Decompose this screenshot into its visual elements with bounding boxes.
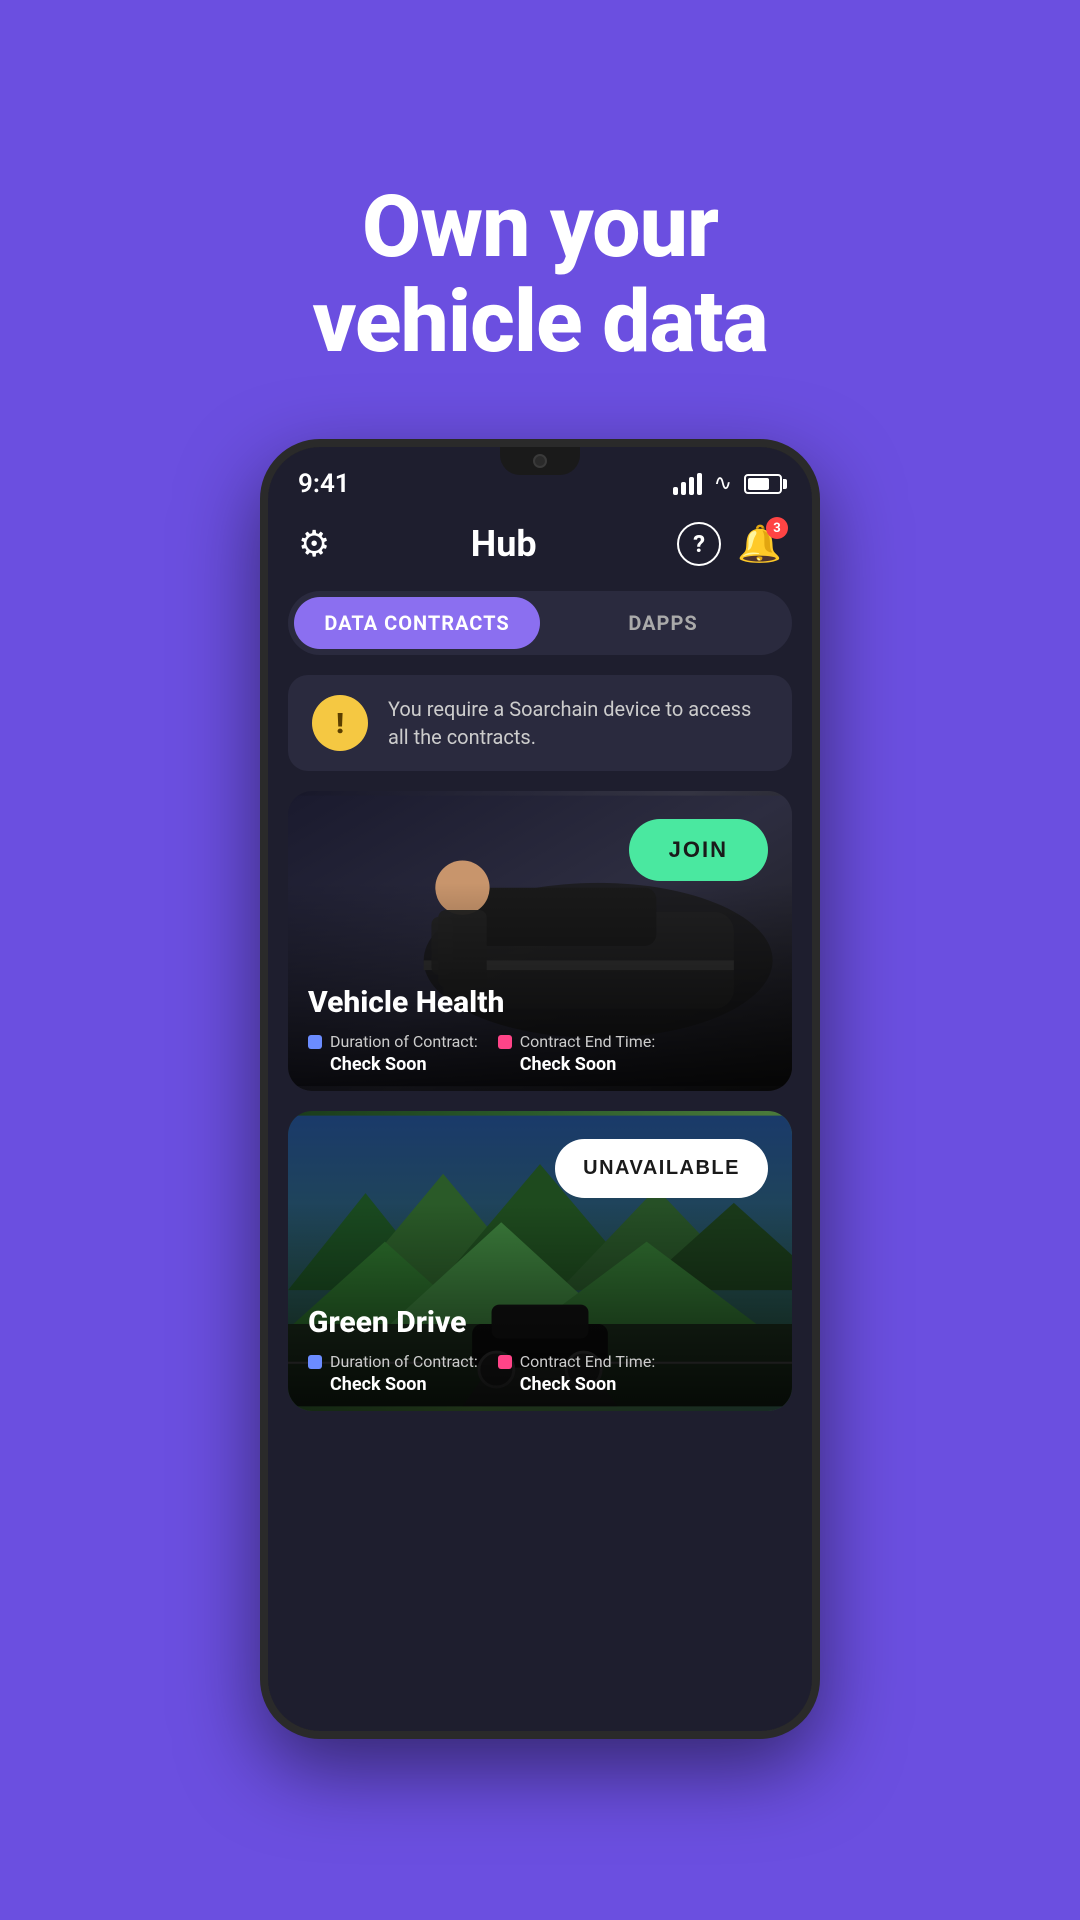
status-time: 9:41 [298,469,350,499]
tabs-container: DATA CONTRACTS DAPPS [288,591,792,655]
end-time-dot [498,1035,512,1049]
app-header: ⚙ Hub ? 🔔 3 [268,502,812,586]
end-time-value-2: Check Soon [498,1374,655,1395]
end-time-meta-2: Contract End Time: Check Soon [498,1352,655,1395]
end-time-label-2: Contract End Time: [520,1352,655,1371]
phone-mockup: 9:41 ∿ ⚙ Hub ? 🔔 [260,439,820,1739]
end-time-value: Check Soon [498,1054,655,1075]
tab-dapps[interactable]: DAPPS [540,597,786,649]
duration-label: Duration of Contract: [330,1032,478,1051]
warning-text: You require a Soarchain device to access… [388,695,768,751]
signal-icon [673,473,702,495]
settings-icon[interactable]: ⚙ [298,523,330,565]
card-vehicle-health-meta: Duration of Contract: Check Soon Contrac… [308,1032,772,1075]
phone-camera [533,454,547,468]
tab-data-contracts[interactable]: DATA CONTRACTS [294,597,540,649]
unavailable-button[interactable]: UNAVAILABLE [555,1139,768,1198]
phone-screen: 9:41 ∿ ⚙ Hub ? 🔔 [268,447,812,1731]
card-vehicle-health-bottom: Vehicle Health Duration of Contract: Che… [288,969,792,1091]
card-green-drive-title: Green Drive [308,1305,772,1340]
card-green-drive-meta: Duration of Contract: Check Soon Contrac… [308,1352,772,1395]
app-title: Hub [471,523,537,565]
power-button [816,647,820,727]
duration-dot-2 [308,1355,322,1369]
end-time-label: Contract End Time: [520,1032,655,1051]
notification-badge: 3 [766,517,788,539]
hero-section: Own your vehicle data [312,90,767,369]
cards-list: JOIN Vehicle Health Duration of Contract… [268,791,812,1731]
card-green-drive-bottom: Green Drive Duration of Contract: Check … [288,1289,792,1411]
card-vehicle-health-title: Vehicle Health [308,985,772,1020]
volume-button [816,767,820,827]
join-button[interactable]: JOIN [629,819,768,881]
header-actions: ? 🔔 3 [677,522,782,566]
duration-value: Check Soon [308,1054,478,1075]
duration-meta-2: Duration of Contract: Check Soon [308,1352,478,1395]
duration-value-2: Check Soon [308,1374,478,1395]
battery-icon [744,474,782,494]
warning-icon: ! [312,695,368,751]
hero-title: Own your vehicle data [312,180,767,369]
duration-label-2: Duration of Contract: [330,1352,478,1371]
warning-banner: ! You require a Soarchain device to acce… [288,675,792,771]
wifi-icon: ∿ [714,471,732,496]
duration-meta: Duration of Contract: Check Soon [308,1032,478,1075]
duration-dot [308,1035,322,1049]
status-icons: ∿ [673,471,782,496]
phone-notch [500,447,580,475]
notifications-button[interactable]: 🔔 3 [737,523,782,565]
end-time-meta: Contract End Time: Check Soon [498,1032,655,1075]
help-button[interactable]: ? [677,522,721,566]
end-time-dot-2 [498,1355,512,1369]
card-vehicle-health: JOIN Vehicle Health Duration of Contract… [288,791,792,1091]
card-green-drive: UNAVAILABLE Green Drive Duration of Cont… [288,1111,792,1411]
